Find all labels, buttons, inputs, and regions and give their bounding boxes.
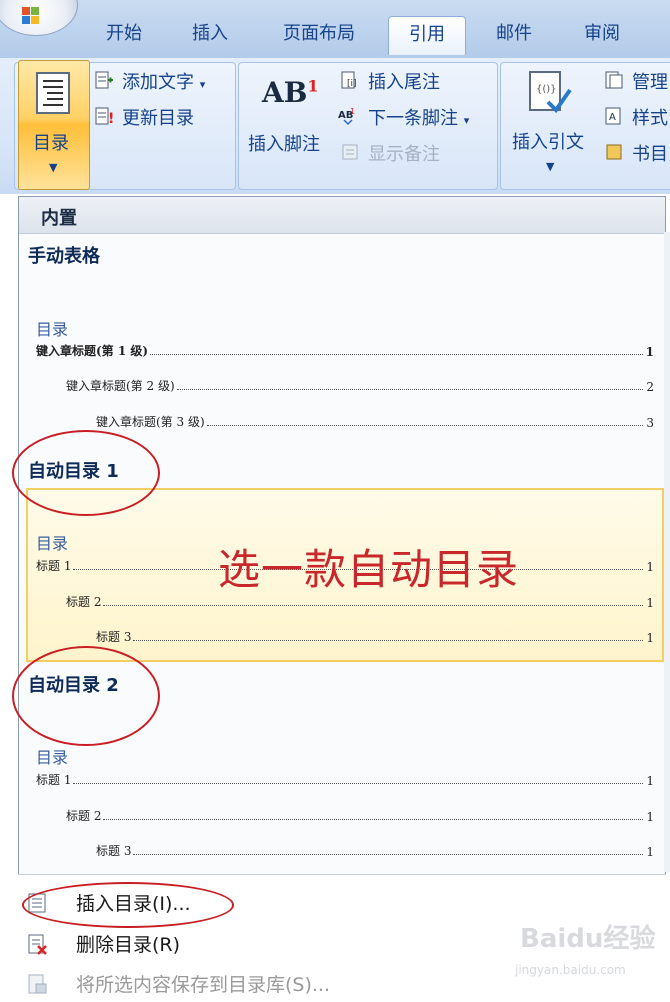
gallery-header: 内置 xyxy=(19,197,665,234)
insert-footnote-label: 插入脚注 xyxy=(248,134,320,155)
toc-row-leader xyxy=(103,605,644,606)
office-button[interactable] xyxy=(0,0,78,36)
update-toc-button[interactable]: 更新目录 xyxy=(122,104,194,130)
toc-button[interactable]: 目录 ▼ xyxy=(18,60,90,190)
show-notes-button[interactable]: 显示备注 xyxy=(368,140,440,166)
toc-preview-title: 目录 xyxy=(36,320,69,339)
toc-row-page: 1 xyxy=(645,345,654,359)
ab-footnote-icon: AB1 xyxy=(262,76,319,109)
toc-row-page: 1 xyxy=(646,810,654,824)
add-text-label: 添加文字 xyxy=(122,72,194,93)
tab-home[interactable]: 开始 xyxy=(92,16,156,54)
toc-row-page: 1 xyxy=(646,560,654,574)
toc-row-page: 3 xyxy=(646,416,654,430)
toc-row-leader xyxy=(150,354,643,355)
ribbon-tab-bar: 开始 插入 页面布局 引用 邮件 审阅 xyxy=(0,0,670,59)
chevron-down-icon: ▼ xyxy=(546,160,555,173)
chevron-down-icon: ▼ xyxy=(49,161,58,174)
ab-glyph: AB xyxy=(262,76,308,109)
svg-text:A: A xyxy=(609,112,616,123)
show-notes-icon xyxy=(342,144,358,160)
annotation-ellipse xyxy=(22,882,234,928)
gallery-header-label: 内置 xyxy=(41,208,77,229)
tab-page-layout[interactable]: 页面布局 xyxy=(270,16,368,54)
toc-preview-row: 键入章标题(第 2 级) 2 xyxy=(66,376,654,394)
toc-preview-title: 目录 xyxy=(36,534,69,553)
toc-row-label: 标题 1 xyxy=(36,559,72,573)
baidu-watermark-url: jingyan.baidu.com xyxy=(515,963,626,977)
toc-row-leader xyxy=(103,819,644,820)
add-text-button[interactable]: 添加文字 ▾ xyxy=(122,68,205,94)
svg-text:!: ! xyxy=(108,111,114,126)
save-selection-label: 将所选内容保存到目录库(S)... xyxy=(76,974,331,996)
svg-text:1: 1 xyxy=(350,107,355,116)
tab-review[interactable]: 审阅 xyxy=(570,16,634,54)
annotation-ellipse xyxy=(12,430,160,516)
footnote-superscript: 1 xyxy=(307,76,319,96)
office-logo-icon xyxy=(22,7,39,24)
toc-preview-title: 目录 xyxy=(36,748,69,767)
toc-row-page: 1 xyxy=(646,845,654,859)
insert-endnote-icon: [i] xyxy=(341,71,357,89)
save-to-gallery-icon xyxy=(28,974,47,994)
delete-toc-icon xyxy=(28,934,47,955)
svg-text:[i]: [i] xyxy=(347,79,357,89)
bibliography-button[interactable]: 书目 xyxy=(632,140,668,166)
style-icon: A xyxy=(605,107,621,125)
toc-row-label: 标题 2 xyxy=(66,809,102,823)
insert-citation-icon: {()} xyxy=(529,71,572,114)
toc-preview-row: 标题 1 1 xyxy=(36,770,654,788)
next-footnote-label: 下一条脚注 xyxy=(368,108,458,129)
toc-preview-row: 标题 2 1 xyxy=(66,806,654,824)
toc-row-page: 2 xyxy=(646,380,654,394)
update-toc-icon: ! xyxy=(95,107,114,126)
gallery-scrollbar[interactable] xyxy=(664,232,670,872)
annotation-ellipse xyxy=(12,646,160,746)
add-text-icon xyxy=(95,71,113,89)
toc-row-label: 键入章标题(第 2 级) xyxy=(66,379,175,393)
baidu-watermark-logo: Baidu经验 xyxy=(520,924,656,954)
toc-row-leader xyxy=(133,854,644,855)
toc-row-label: 键入章标题(第 3 级) xyxy=(96,415,205,429)
toc-row-leader xyxy=(73,783,644,784)
toc-row-page: 1 xyxy=(646,631,654,645)
toc-row-label: 标题 1 xyxy=(36,773,72,787)
manage-sources-button[interactable]: 管理 xyxy=(632,68,668,94)
toc-row-page: 1 xyxy=(646,774,654,788)
delete-toc-label: 删除目录(R) xyxy=(76,934,181,956)
style-button[interactable]: 样式 xyxy=(632,104,668,130)
toc-row-leader xyxy=(176,389,644,390)
toc-row-label: 标题 2 xyxy=(66,595,102,609)
toc-row-label: 标题 3 xyxy=(96,844,132,858)
bibliography-icon xyxy=(606,144,622,160)
toc-preview-row: 键入章标题(第 1 级) 1 xyxy=(36,341,654,359)
manage-sources-icon xyxy=(605,71,623,89)
chevron-down-icon: ▾ xyxy=(463,114,470,127)
toc-row-label: 键入章标题(第 1 级) xyxy=(36,344,149,358)
next-footnote-button[interactable]: 下一条脚注 ▾ xyxy=(368,104,469,130)
insert-endnote-button[interactable]: 插入尾注 xyxy=(368,68,440,94)
toc-row-leader xyxy=(206,425,644,426)
toc-preview-row: 键入章标题(第 3 级) 3 xyxy=(96,412,654,430)
chevron-down-icon: ▾ xyxy=(199,78,206,91)
toc-row-label: 标题 3 xyxy=(96,630,132,644)
section-title: 手动表格 xyxy=(28,246,100,267)
svg-text:{()}: {()} xyxy=(536,84,557,95)
ribbon: 目录 ▼ 添加文字 ▾ ! 更新目录 AB1 插入脚注 [i] 插入尾注 AB … xyxy=(0,58,670,194)
next-footnote-icon: AB 1 xyxy=(338,107,355,126)
insert-citation-label: 插入引文 xyxy=(512,132,584,153)
tab-mailings[interactable]: 邮件 xyxy=(482,16,546,54)
toc-preview-row: 标题 3 1 xyxy=(96,841,654,859)
annotation-text: 选一款自动目录 xyxy=(218,545,520,594)
toc-row-leader xyxy=(133,640,644,641)
toc-document-icon xyxy=(36,72,70,114)
toc-preview-row: 标题 3 1 xyxy=(96,627,654,645)
toc-button-label: 目录 xyxy=(33,133,69,154)
tab-references[interactable]: 引用 xyxy=(388,16,466,55)
tab-insert[interactable]: 插入 xyxy=(178,16,242,54)
toc-row-page: 1 xyxy=(646,596,654,610)
